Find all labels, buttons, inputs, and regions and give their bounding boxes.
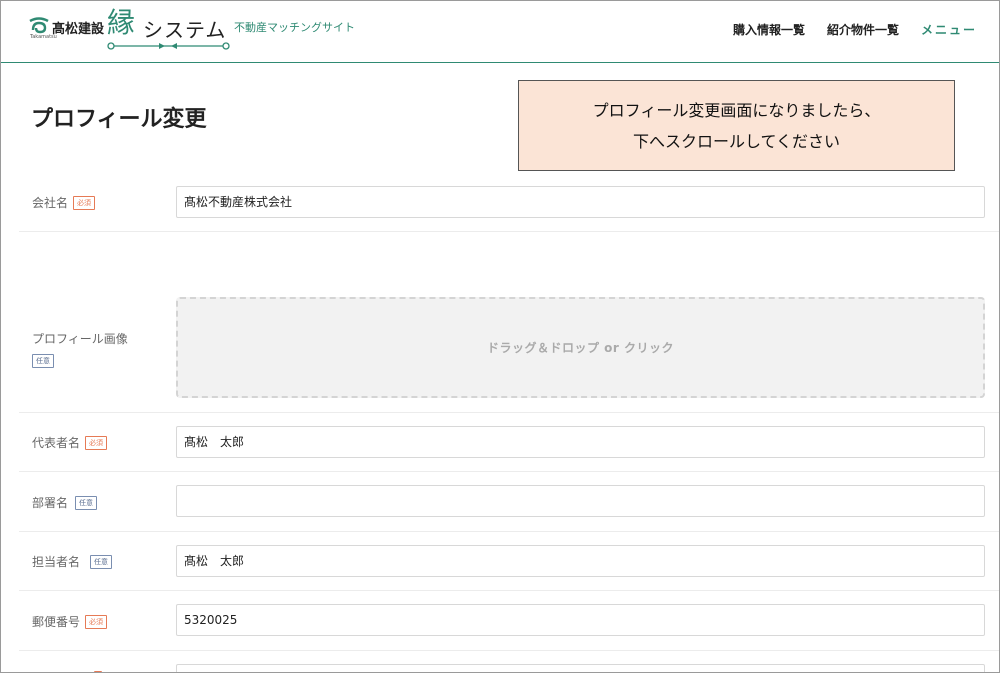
required-badge: 必須 — [85, 435, 108, 450]
department-input[interactable] — [176, 485, 985, 517]
callout-line-1: プロフィール変更画面になりましたら、 — [592, 100, 881, 120]
company-name-input[interactable]: 髙松不動産株式会社 — [176, 186, 985, 218]
callout-line-2: 下へスクロールしてください — [632, 131, 841, 151]
optional-badge: 任意 — [32, 354, 54, 368]
profile-image-label: プロフィール画像 任意 — [32, 330, 128, 368]
instruction-callout: プロフィール変更画面になりましたら、 下へスクロールしてください — [518, 80, 955, 171]
brand-kanji: 縁 — [107, 6, 136, 39]
representative-input[interactable]: 髙松 太郎 — [176, 426, 985, 458]
form-row-company-name: 会社名 必須 髙松不動産株式会社 — [19, 171, 999, 232]
representative-label: 代表者名 必須 — [32, 434, 108, 451]
profile-image-dropzone[interactable]: ドラッグ＆ドロップ or クリック — [176, 297, 985, 398]
form-row-contact-person: 担当者名 任意 髙松 太郎 — [19, 532, 999, 591]
brand-line-icon — [107, 42, 230, 50]
nav-menu[interactable]: メニュー — [921, 21, 977, 38]
optional-badge: 任意 — [75, 495, 98, 510]
brand-text: システム — [143, 18, 227, 42]
company-name-label: 会社名 必須 — [32, 194, 96, 211]
form-row-next — [19, 651, 999, 672]
company-name: 髙松建設 — [52, 22, 105, 37]
company-logo-icon — [29, 16, 49, 34]
main-nav: 購入情報一覧 紹介物件一覧 メニュー — [733, 21, 977, 38]
form-row-profile-image: プロフィール画像 任意 ドラッグ＆ドロップ or クリック — [19, 232, 999, 413]
postal-code-label: 郵便番号 必須 — [32, 613, 108, 630]
postal-code-input[interactable]: 5320025 — [176, 604, 985, 636]
site-tagline: 不動産マッチングサイト — [234, 21, 355, 34]
site-header: 髙松建設 Takamatsu 縁 システム 不動産マッチングサイト 購入情報一覧… — [1, 1, 999, 63]
required-badge: 必須 — [85, 614, 108, 629]
page-title: プロフィール変更 — [31, 107, 207, 132]
contact-person-input[interactable]: 髙松 太郎 — [176, 545, 985, 577]
department-label: 部署名 任意 — [32, 494, 98, 511]
company-logo[interactable]: 髙松建設 Takamatsu — [29, 16, 105, 40]
nav-referral-properties[interactable]: 紹介物件一覧 — [827, 21, 899, 38]
required-badge: 必須 — [73, 195, 96, 210]
optional-badge: 任意 — [90, 554, 113, 569]
nav-purchase-info[interactable]: 購入情報一覧 — [733, 21, 805, 38]
form-row-postal-code: 郵便番号 必須 5320025 — [19, 591, 999, 651]
contact-person-label: 担当者名 任意 — [32, 553, 113, 570]
form-row-department: 部署名 任意 — [19, 472, 999, 532]
form-row-representative: 代表者名 必須 髙松 太郎 — [19, 413, 999, 472]
next-input-partial[interactable] — [176, 664, 985, 672]
browser-frame: 髙松建設 Takamatsu 縁 システム 不動産マッチングサイト 購入情報一覧… — [0, 0, 1000, 673]
company-sub: Takamatsu — [30, 34, 57, 40]
